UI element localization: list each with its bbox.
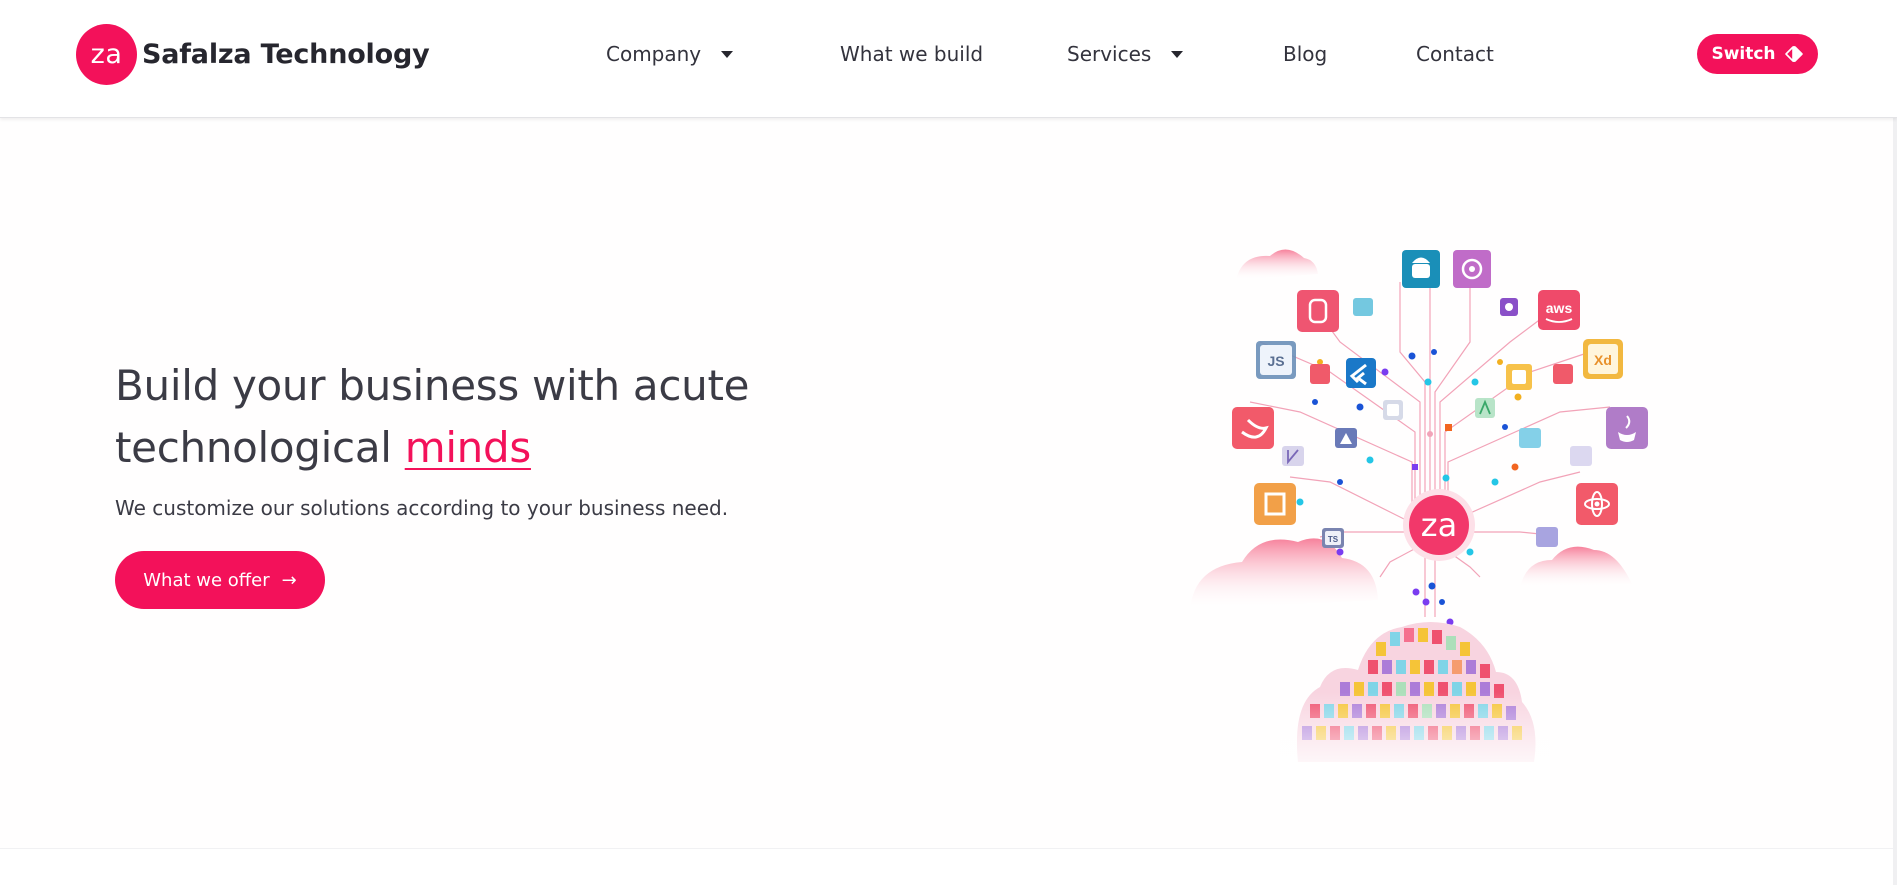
arrow-right-icon: → bbox=[281, 569, 297, 591]
lavender-square-icon bbox=[1570, 446, 1592, 466]
red-square-right-icon bbox=[1553, 364, 1573, 384]
logo-link[interactable]: za Safalza Technology bbox=[76, 24, 430, 85]
xd-badge-text: Xd bbox=[1594, 352, 1612, 368]
what-we-offer-button[interactable]: What we offer → bbox=[115, 551, 325, 609]
hero-title-line2: technological bbox=[115, 423, 392, 472]
tech-tree-illustration: aws JS Xd TS za bbox=[1190, 249, 1648, 780]
ts-badge-text: TS bbox=[1328, 535, 1339, 544]
logo-mark: za bbox=[76, 24, 137, 85]
figma-icon bbox=[1297, 290, 1339, 332]
settings-sun-icon bbox=[1453, 250, 1491, 288]
hero-title-highlight: minds bbox=[404, 423, 532, 472]
react-icon bbox=[1576, 483, 1618, 525]
nav-item-label: Company bbox=[606, 42, 702, 66]
nav-item-label: Contact bbox=[1416, 42, 1494, 66]
cta-label: What we offer bbox=[143, 569, 270, 591]
angular-icon bbox=[1475, 398, 1495, 418]
center-logo: za bbox=[1403, 489, 1475, 561]
flutter-icon bbox=[1346, 358, 1376, 388]
nav-item-label: Services bbox=[1067, 42, 1152, 66]
site-header: za Safalza Technology Company What we bu… bbox=[0, 0, 1897, 118]
hero-subtitle: We customize our solutions according to … bbox=[115, 496, 729, 520]
cloud-small-icon bbox=[1353, 298, 1373, 316]
section-divider bbox=[0, 848, 1897, 849]
nav-item-services[interactable]: Services bbox=[1067, 38, 1184, 70]
pixel-city-base bbox=[1280, 622, 1550, 780]
purple-square-icon bbox=[1536, 527, 1558, 547]
android-icon bbox=[1402, 250, 1440, 288]
nav-item-contact[interactable]: Contact bbox=[1416, 38, 1494, 70]
python-icon bbox=[1254, 483, 1296, 525]
cloud-right bbox=[1520, 546, 1632, 588]
aws-icon: aws bbox=[1538, 290, 1580, 330]
brand-name: Safalza Technology bbox=[142, 39, 430, 70]
cloud-top-left bbox=[1236, 249, 1318, 280]
scrollbar-track[interactable] bbox=[1893, 0, 1897, 885]
kotlin-icon bbox=[1282, 446, 1304, 466]
hero-title: Build your business with acute technolog… bbox=[115, 355, 875, 479]
switch-label: Switch bbox=[1711, 44, 1776, 64]
nav-item-what-we-build[interactable]: What we build bbox=[840, 38, 983, 70]
aws-badge-text: aws bbox=[1546, 300, 1573, 316]
adobe-xd-icon: Xd bbox=[1583, 339, 1623, 379]
nav-item-label: Blog bbox=[1283, 42, 1328, 66]
caret-down-icon bbox=[1171, 50, 1184, 58]
nav-item-company[interactable]: Company bbox=[606, 38, 734, 70]
caret-down-icon bbox=[721, 50, 734, 58]
nav-item-label: What we build bbox=[840, 42, 984, 66]
cloud-left bbox=[1190, 538, 1378, 610]
js-badge-text: JS bbox=[1267, 353, 1284, 369]
typescript-icon: TS bbox=[1322, 528, 1344, 548]
nav-item-blog[interactable]: Blog bbox=[1283, 38, 1327, 70]
cloud-tile-icon bbox=[1519, 428, 1541, 448]
vue-icon bbox=[1383, 400, 1403, 420]
center-logo-mark: za bbox=[1421, 506, 1457, 544]
kotlin-triangle-icon bbox=[1335, 428, 1357, 448]
hexagon-small-icon bbox=[1500, 298, 1518, 316]
swift-icon bbox=[1232, 407, 1274, 449]
switch-button[interactable]: Switch bbox=[1697, 34, 1818, 74]
java-icon bbox=[1606, 407, 1648, 449]
javascript-icon: JS bbox=[1256, 341, 1296, 379]
code-icon bbox=[1506, 364, 1532, 390]
hero-title-line1: Build your business with acute bbox=[115, 361, 750, 410]
page: za Safalza Technology Company What we bu… bbox=[0, 0, 1897, 885]
theme-toggle-icon bbox=[1784, 46, 1803, 62]
red-square-icon bbox=[1310, 364, 1330, 384]
